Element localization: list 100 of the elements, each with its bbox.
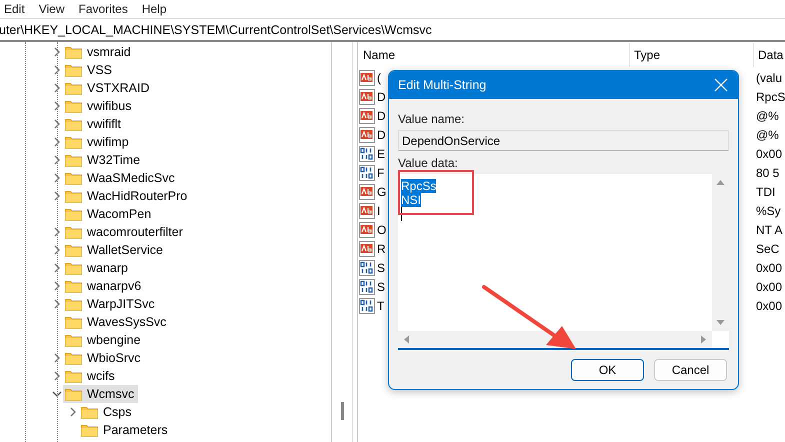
folder-icon [65, 46, 82, 58]
table-cell-text: %Sy [755, 204, 782, 218]
table-cell-text: 0x00 [755, 260, 784, 274]
tree-item[interactable]: wanarpv6 [63, 277, 146, 295]
table-cell-text: O [376, 222, 386, 236]
tree-item[interactable]: VSS [63, 61, 116, 79]
expand-caret-icon[interactable] [52, 191, 62, 201]
tree-item[interactable]: wbengine [63, 331, 145, 349]
tree-item[interactable]: wanarp [63, 259, 132, 277]
expand-caret-icon[interactable] [52, 245, 62, 255]
tree-item[interactable]: wcifs [63, 367, 119, 385]
tree-item[interactable]: WavesSysSvc [63, 313, 170, 331]
selected-text: NSI [401, 193, 422, 207]
folder-icon [81, 424, 98, 436]
folder-icon [65, 262, 82, 274]
menu-item[interactable]: Edit [0, 1, 33, 17]
horizontal-scrollbar[interactable] [398, 331, 712, 348]
column-header[interactable]: Data [754, 43, 785, 67]
table-cell-text: D [376, 128, 386, 142]
right-arrow-icon[interactable] [699, 335, 708, 344]
tree-item[interactable]: WacomPen [63, 205, 156, 223]
value-name-field[interactable]: DependOnService [398, 130, 729, 151]
field-label: Value data: [398, 156, 459, 170]
field-label: Value name: [398, 112, 466, 126]
tree-item[interactable]: WalletService [63, 241, 167, 259]
expand-caret-icon[interactable] [52, 155, 62, 165]
expand-caret-icon[interactable] [52, 101, 62, 111]
expand-caret-icon[interactable] [52, 173, 62, 183]
expand-caret-icon[interactable] [52, 83, 62, 93]
expand-caret-icon[interactable] [68, 407, 78, 417]
folder-icon [65, 136, 82, 148]
folder-icon [65, 208, 82, 220]
folder-icon [65, 100, 82, 112]
column-header[interactable]: Type [630, 43, 754, 67]
column-header[interactable]: Name [359, 43, 630, 67]
table-cell-text: I [376, 204, 380, 218]
folder-icon [65, 280, 82, 292]
folder-icon [65, 154, 82, 166]
close-icon[interactable] [714, 78, 728, 92]
folder-icon [65, 334, 82, 346]
tree-item[interactable]: WarpJITSvc [63, 295, 159, 313]
tree-item[interactable]: Parameters [79, 421, 172, 439]
left-arrow-icon[interactable] [402, 335, 411, 344]
expand-caret-icon[interactable] [52, 281, 62, 291]
expand-caret-icon[interactable] [52, 353, 62, 363]
table-cell-text: @% [755, 128, 780, 142]
table-cell-text: S [376, 280, 386, 294]
table-cell-text: T [376, 298, 384, 312]
folder-icon [65, 118, 82, 130]
tree-item[interactable]: wacomrouterfilter [63, 223, 187, 241]
folder-icon [65, 388, 82, 400]
tree-item[interactable]: W32Time [63, 151, 144, 169]
menu-item[interactable]: Help [138, 1, 175, 17]
table-cell-text: 0x00 [755, 280, 784, 294]
tree-item[interactable]: vwififlt [63, 115, 126, 133]
table-cell-text: @% [755, 108, 780, 122]
tree-item[interactable]: Csps [79, 403, 136, 421]
folder-icon [65, 298, 82, 310]
tree-item[interactable]: vwifimp [63, 133, 133, 151]
folder-icon [65, 316, 82, 328]
up-arrow-icon[interactable] [716, 178, 725, 187]
tree-item[interactable]: Wcmsvc [63, 385, 138, 403]
tree-item[interactable]: WacHidRouterPro [63, 187, 192, 205]
down-arrow-icon[interactable] [716, 318, 725, 327]
expand-caret-icon[interactable] [52, 263, 62, 273]
table-cell-text: D [376, 90, 386, 104]
expand-caret-icon[interactable] [52, 65, 62, 75]
tree-item[interactable]: VSTXRAID [63, 79, 154, 97]
folder-icon [65, 370, 82, 382]
dialog-title: Edit Multi-String [398, 78, 486, 92]
expand-caret-icon[interactable] [52, 299, 62, 309]
table-cell-text: D [376, 108, 386, 122]
menu-item[interactable]: View [34, 1, 72, 17]
table-cell-text: TDI [755, 184, 776, 198]
table-cell-text: S [376, 260, 386, 274]
folder-icon [65, 190, 82, 202]
ok-button[interactable]: OK [571, 359, 644, 381]
address-bar[interactable]: uter\HKEY_LOCAL_MACHINE\SYSTEM\CurrentControlSet\Services\Wcmsvc [0, 18, 785, 42]
tree-item[interactable]: vwifibus [63, 97, 136, 115]
collapse-caret-icon[interactable] [52, 389, 62, 399]
table-cell-text: R [376, 242, 386, 256]
tree-item[interactable]: WaaSMedicSvc [63, 169, 179, 187]
tree-item[interactable]: WbioSrvc [63, 349, 144, 367]
expand-caret-icon[interactable] [52, 371, 62, 381]
table-cell-text: NT A [755, 222, 784, 236]
table-cell-text: F [376, 166, 384, 180]
table-cell-text: G [376, 184, 386, 198]
folder-icon [65, 352, 82, 364]
expand-caret-icon[interactable] [52, 227, 62, 237]
expand-caret-icon[interactable] [52, 47, 62, 57]
scrollbar-thumb[interactable] [340, 402, 344, 420]
expand-caret-icon[interactable] [52, 119, 62, 129]
folder-icon [65, 82, 82, 94]
expand-caret-icon[interactable] [52, 137, 62, 147]
tree-item[interactable]: vsmraid [63, 43, 135, 61]
folder-icon [65, 172, 82, 184]
menu-item[interactable]: Favorites [74, 1, 136, 17]
table-cell-text: 0x00 [755, 298, 784, 312]
table-cell-text: RpcS [755, 90, 785, 104]
cancel-button[interactable]: Cancel [654, 359, 727, 381]
